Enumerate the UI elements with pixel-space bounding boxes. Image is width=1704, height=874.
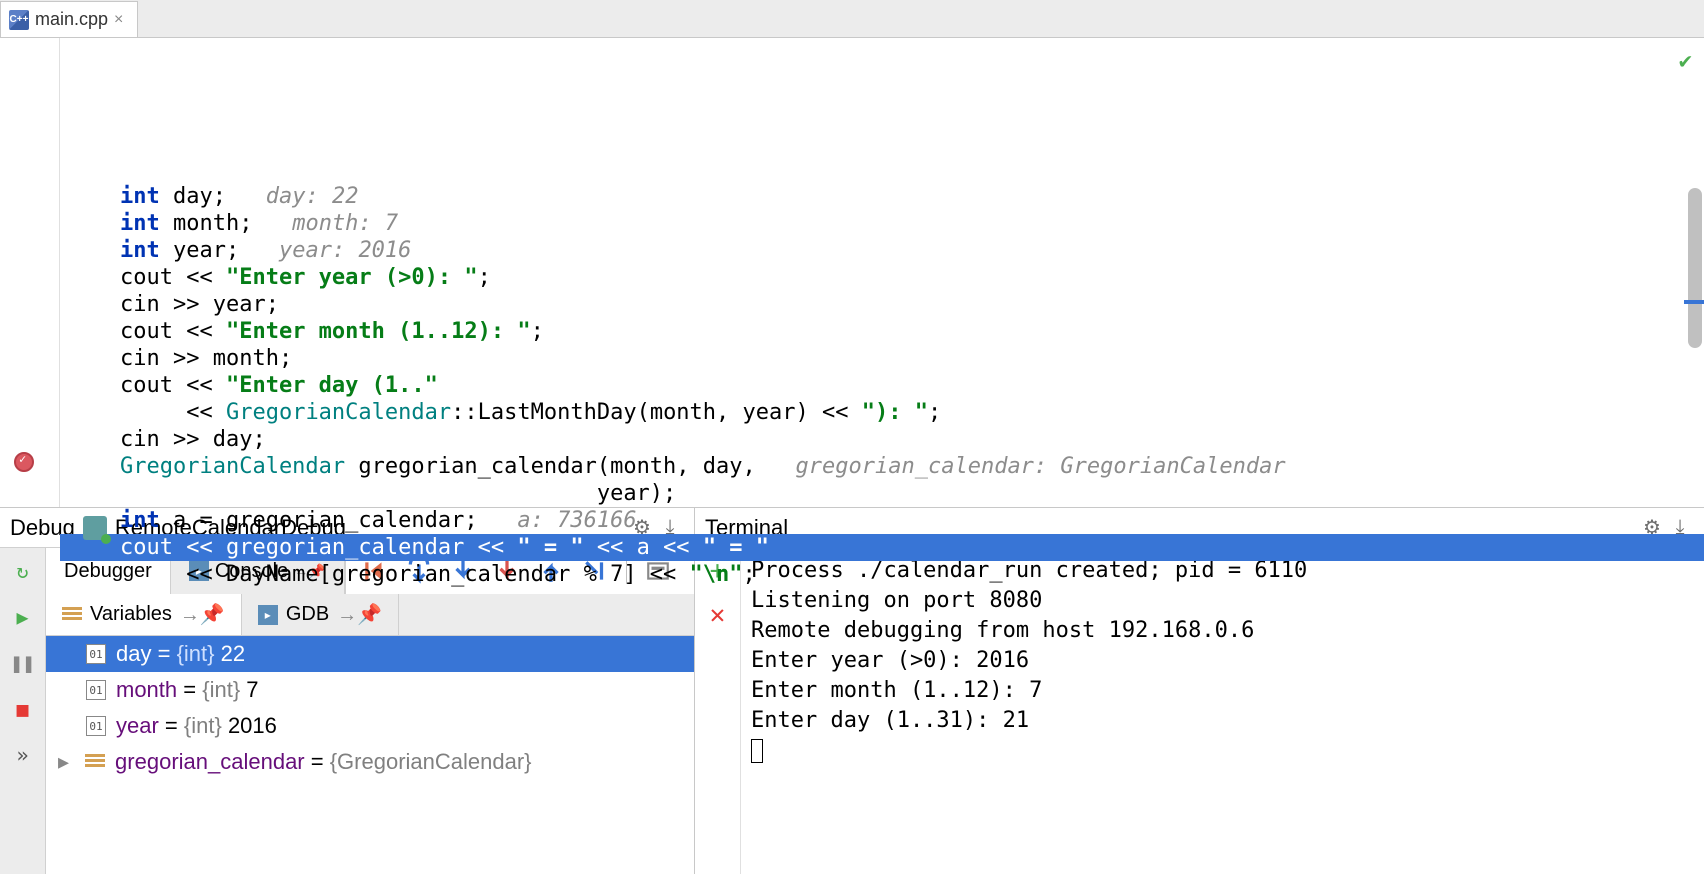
- variable-row[interactable]: 01day = {int} 22: [46, 636, 694, 672]
- scroll-marker: [1684, 300, 1704, 304]
- gdb-icon: ▸: [258, 605, 278, 625]
- terminal-content[interactable]: Process ./calendar_run created; pid = 61…: [741, 548, 1704, 874]
- variables-tab-bar: Variables →📌 ▸ GDB →📌: [46, 594, 694, 636]
- code-line[interactable]: cout << "Enter day (1..": [60, 372, 1704, 399]
- file-tab-main-cpp[interactable]: C++ main.cpp ×: [0, 1, 138, 37]
- terminal-controls-col: + ✕: [695, 548, 741, 874]
- code-line[interactable]: << DayName[gregorian_calendar % 7] << "\…: [60, 561, 1704, 588]
- code-line[interactable]: cin >> year;: [60, 291, 1704, 318]
- code-line[interactable]: GregorianCalendar gregorian_calendar(mon…: [60, 453, 1704, 480]
- code-line[interactable]: cin >> day;: [60, 426, 1704, 453]
- code-line[interactable]: int year; year: 2016: [60, 237, 1704, 264]
- tab-filename: main.cpp: [35, 9, 108, 30]
- pin-icon[interactable]: →📌: [180, 602, 225, 627]
- code-line[interactable]: year);: [60, 480, 1704, 507]
- code-line[interactable]: int a = gregorian_calendar; a: 736166: [60, 507, 1704, 534]
- editor-tab-bar: C++ main.cpp ×: [0, 0, 1704, 38]
- stop-button[interactable]: ■: [5, 691, 41, 727]
- tab-gdb[interactable]: ▸ GDB →📌: [242, 594, 399, 635]
- code-line[interactable]: int day; day: 22: [60, 183, 1704, 210]
- variable-row[interactable]: 01month = {int} 7: [46, 672, 694, 708]
- tab-variables-label: Variables: [90, 603, 172, 626]
- code-line[interactable]: cin >> month;: [60, 345, 1704, 372]
- close-terminal-button[interactable]: ✕: [710, 600, 726, 630]
- pause-button[interactable]: ❚❚: [5, 645, 41, 681]
- code-line[interactable]: cout << "Enter year (>0): ";: [60, 264, 1704, 291]
- code-line[interactable]: int month; month: 7: [60, 210, 1704, 237]
- resume-button[interactable]: ▶: [5, 599, 41, 635]
- code-line[interactable]: << GregorianCalendar::LastMonthDay(month…: [60, 399, 1704, 426]
- close-tab-icon[interactable]: ×: [114, 11, 123, 29]
- rerun-button[interactable]: ↻: [5, 553, 41, 589]
- tab-variables[interactable]: Variables →📌: [46, 594, 242, 635]
- run-config-icon: [83, 516, 107, 540]
- variables-list[interactable]: 01day = {int} 2201month = {int} 701year …: [46, 636, 694, 874]
- pin-icon[interactable]: →📌: [337, 602, 382, 627]
- breakpoint-icon[interactable]: [14, 452, 34, 472]
- tab-gdb-label: GDB: [286, 603, 329, 626]
- variable-row[interactable]: 01year = {int} 2016: [46, 708, 694, 744]
- debug-controls-col: ↻ ▶ ❚❚ ■ »: [0, 548, 46, 874]
- more-button[interactable]: »: [5, 737, 41, 773]
- code-line[interactable]: cout << "Enter month (1..12): ";: [60, 318, 1704, 345]
- vertical-scrollbar[interactable]: [1688, 188, 1702, 348]
- cpp-file-icon: C++: [9, 10, 29, 30]
- variable-row[interactable]: ▸gregorian_calendar = {GregorianCalendar…: [46, 744, 694, 780]
- code-area[interactable]: ✔ int day; day: 22int month; month: 7int…: [60, 38, 1704, 507]
- code-line[interactable]: cout << gregorian_calendar << " = " << a…: [60, 534, 1704, 561]
- editor-gutter[interactable]: [0, 38, 60, 507]
- variables-icon: [62, 607, 82, 623]
- code-editor[interactable]: ✔ int day; day: 22int month; month: 7int…: [0, 38, 1704, 508]
- analysis-ok-icon: ✔: [1679, 48, 1692, 75]
